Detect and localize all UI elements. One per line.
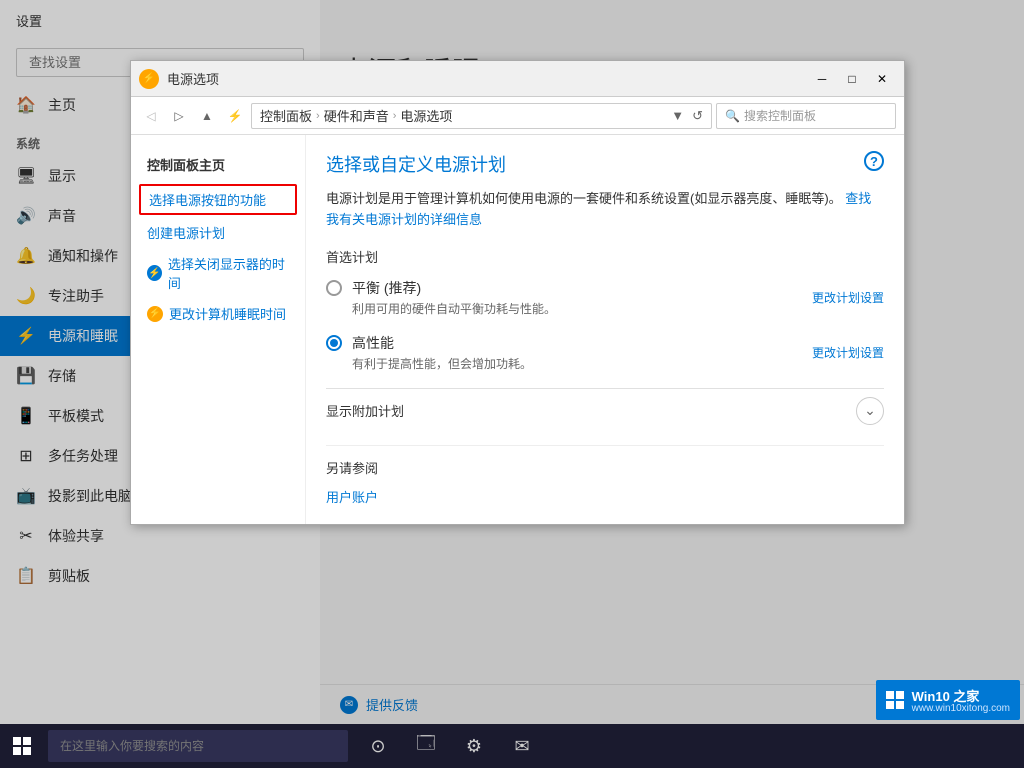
dialog-body: 控制面板主页 选择电源按钮的功能 创建电源计划 ⚡ 选择关闭显示器的时间 ⚡ 更… [131, 135, 904, 524]
desc-text: 电源计划是用于管理计算机如何使用电源的一套硬件和系统设置(如显示器亮度、睡眠等)… [326, 191, 842, 206]
dialog-title-text: 电源选项 [167, 69, 800, 88]
addr-search-box[interactable]: 🔍 搜索控制面板 [716, 103, 896, 129]
taskbar-search[interactable] [48, 730, 348, 762]
taskbar: ⊙ 🗔 ⚙ ✉ Win10 之家 www.win10xitong.com [0, 724, 1024, 768]
watermark-logo [886, 691, 904, 709]
sleep-time-label: 更改计算机睡眠时间 [169, 304, 286, 323]
addr-refresh-button[interactable]: ↺ [692, 108, 703, 124]
breadcrumb[interactable]: 控制面板 › 硬件和声音 › 电源选项 ▼ ↺ [251, 103, 712, 129]
sidebar-link-sleep-time[interactable]: ⚡ 更改计算机睡眠时间 [131, 298, 305, 329]
plan-balanced-radio[interactable] [326, 280, 342, 296]
plan-high-info: 高性能 有利于提高性能，但会增加功耗。 [352, 333, 532, 372]
plan-balanced-info: 平衡 (推荐) 利用可用的硬件自动平衡功耗与性能。 [352, 278, 556, 317]
taskbar-search-icon[interactable]: ⊙ [356, 724, 400, 768]
also-see-section: 另请参阅 用户账户 [326, 445, 884, 508]
start-button[interactable] [0, 724, 44, 768]
breadcrumb-sep1: › [316, 110, 320, 122]
plan-high-left: 高性能 有利于提高性能，但会增加功耗。 [326, 333, 812, 372]
addr-search-placeholder: 搜索控制面板 [744, 107, 816, 124]
sidebar-link-create-plan[interactable]: 创建电源计划 [131, 217, 305, 248]
also-see-title: 另请参阅 [326, 458, 884, 477]
dialog-close-button[interactable]: ✕ [868, 65, 896, 93]
plan-balanced-name: 平衡 (推荐) [352, 278, 556, 298]
watermark-sub: www.win10xitong.com [912, 703, 1010, 714]
addon-plans-text: 显示附加计划 [326, 401, 856, 420]
breadcrumb-part3: 电源选项 [400, 106, 452, 125]
plan-section-title: 首选计划 [326, 247, 884, 266]
power-options-dialog: ⚡ 电源选项 ─ □ ✕ ◁ ▷ ▲ ⚡ 控制面板 › 硬件和声音 › 电源选项… [130, 60, 905, 525]
addr-up-button[interactable]: ▲ [195, 104, 219, 128]
sidebar-panel-home: 控制面板主页 [131, 147, 305, 182]
dialog-minimize-button[interactable]: ─ [808, 65, 836, 93]
dialog-sidebar: 控制面板主页 选择电源按钮的功能 创建电源计划 ⚡ 选择关闭显示器的时间 ⚡ 更… [131, 135, 306, 524]
plan-balanced-desc: 利用可用的硬件自动平衡功耗与性能。 [352, 300, 556, 317]
display-time-icon: ⚡ [147, 265, 162, 281]
address-bar: ◁ ▷ ▲ ⚡ 控制面板 › 硬件和声音 › 电源选项 ▼ ↺ 🔍 搜索控制面板 [131, 97, 904, 135]
plan-high-desc: 有利于提高性能，但会增加功耗。 [352, 355, 532, 372]
dialog-content-title: 选择或自定义电源计划 [326, 151, 884, 177]
addon-plans-chevron-icon[interactable]: ⌄ [856, 397, 884, 425]
taskbar-icons: ⊙ 🗔 ⚙ ✉ [356, 724, 544, 768]
plan-high-change-link[interactable]: 更改计划设置 [812, 344, 884, 361]
addr-home-icon: ⚡ [223, 104, 247, 128]
taskbar-settings-icon[interactable]: ⚙ [452, 724, 496, 768]
addr-forward-button[interactable]: ▷ [167, 104, 191, 128]
search-icon: 🔍 [725, 109, 740, 123]
plan-high-radio[interactable] [326, 335, 342, 351]
dialog-content-desc: 电源计划是用于管理计算机如何使用电源的一套硬件和系统设置(如显示器亮度、睡眠等)… [326, 189, 884, 231]
plan-item-high: 高性能 有利于提高性能，但会增加功耗。 更改计划设置 [326, 333, 884, 372]
dialog-maximize-button[interactable]: □ [838, 65, 866, 93]
plan-balanced-change-link[interactable]: 更改计划设置 [812, 289, 884, 306]
breadcrumb-part1: 控制面板 [260, 106, 312, 125]
sidebar-link-display-time[interactable]: ⚡ 选择关闭显示器的时间 [131, 248, 305, 298]
windows-logo-icon [13, 737, 31, 755]
plan-divider [326, 388, 884, 389]
dialog-main-content: ? 选择或自定义电源计划 电源计划是用于管理计算机如何使用电源的一套硬件和系统设… [306, 135, 904, 524]
addon-plans-row[interactable]: 显示附加计划 ⌄ [326, 397, 884, 425]
plan-balanced-left: 平衡 (推荐) 利用可用的硬件自动平衡功耗与性能。 [326, 278, 812, 317]
addr-back-button[interactable]: ◁ [139, 104, 163, 128]
dialog-titlebar: ⚡ 电源选项 ─ □ ✕ [131, 61, 904, 97]
taskbar-task-view-icon[interactable]: 🗔 [404, 724, 448, 768]
watermark: Win10 之家 www.win10xitong.com [876, 680, 1020, 720]
dialog-win-controls: ─ □ ✕ [808, 65, 896, 93]
plan-high-name: 高性能 [352, 333, 532, 353]
also-see-link-users[interactable]: 用户账户 [326, 485, 884, 508]
taskbar-mail-icon[interactable]: ✉ [500, 724, 544, 768]
display-time-label: 选择关闭显示器的时间 [168, 254, 289, 292]
dialog-title-icon: ⚡ [139, 69, 159, 89]
sidebar-link-power-button[interactable]: 选择电源按钮的功能 [139, 184, 297, 215]
sleep-time-icon: ⚡ [147, 306, 163, 322]
breadcrumb-part2: 硬件和声音 [324, 106, 389, 125]
taskbar-search-input[interactable] [48, 730, 348, 762]
breadcrumb-dropdown[interactable]: ▼ [671, 108, 684, 123]
watermark-text-area: Win10 之家 www.win10xitong.com [912, 686, 1010, 714]
plan-item-balanced: 平衡 (推荐) 利用可用的硬件自动平衡功耗与性能。 更改计划设置 [326, 278, 884, 317]
help-button[interactable]: ? [864, 151, 884, 171]
breadcrumb-sep2: › [393, 110, 397, 122]
